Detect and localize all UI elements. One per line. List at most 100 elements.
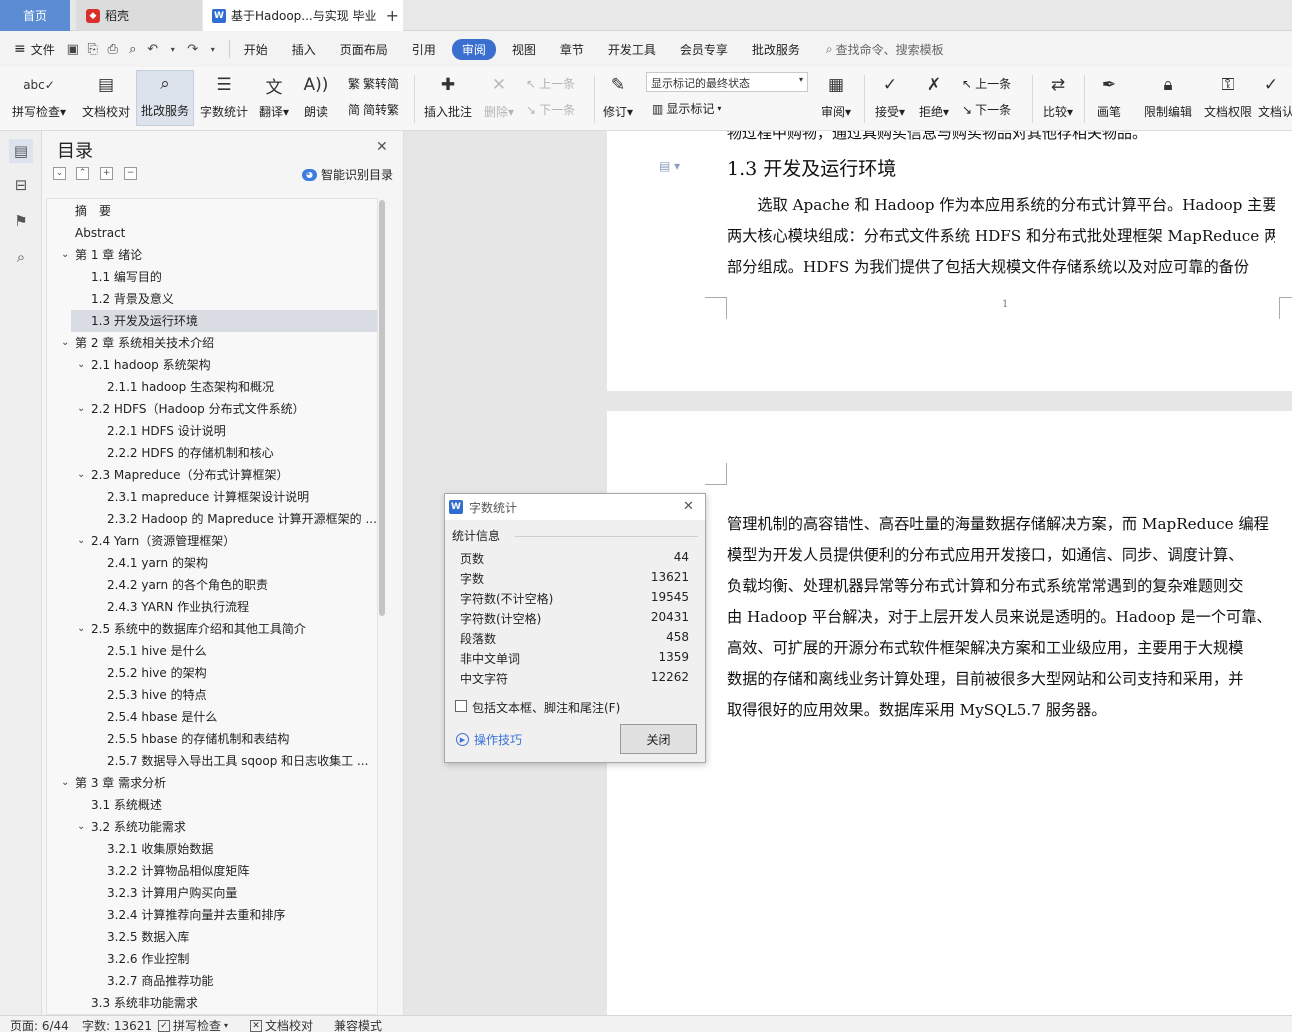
insert-comment-button[interactable]: ✚ 插入批注	[420, 70, 476, 126]
toc-collapse-icon[interactable]: ⌄	[77, 464, 85, 486]
toc-item[interactable]: 2.3.1 mapreduce 计算框架设计说明	[47, 486, 377, 508]
menu-start[interactable]: 开始	[236, 38, 276, 61]
toc-collapse-icon[interactable]: ⌄	[77, 354, 85, 376]
correction-button[interactable]: ⌕ 批改服务	[136, 70, 194, 126]
toc-collapse-icon[interactable]: ⌄	[61, 772, 69, 794]
trad-to-simp-button[interactable]: 繁繁转简	[348, 75, 399, 92]
print-icon[interactable]: ⎙	[105, 41, 121, 57]
word-count-indicator[interactable]: 字数: 13621	[82, 1017, 152, 1032]
tab-home[interactable]: 首页	[0, 0, 70, 31]
toc-item[interactable]: 3.2.1 收集原始数据	[47, 838, 377, 860]
toc-item[interactable]: 1.1 编写目的	[47, 266, 377, 288]
doc-verify-button[interactable]: ✓ 文档认	[1258, 70, 1292, 126]
tab-daoke[interactable]: ◆ 稻壳	[76, 0, 202, 31]
toc-collapse-icon[interactable]: ⌄	[61, 244, 69, 266]
toc-item[interactable]: 3.2.3 计算用户购买向量	[47, 882, 377, 904]
search-icon[interactable]: ⌕	[9, 245, 33, 269]
menu-reference[interactable]: 引用	[404, 38, 444, 61]
menu-correction[interactable]: 批改服务	[744, 38, 808, 61]
translate-button[interactable]: 文翻译▾	[255, 70, 293, 126]
menu-chapter[interactable]: 章节	[552, 38, 592, 61]
compare-button[interactable]: ⇄ 比较▾	[1038, 70, 1078, 126]
toc-item[interactable]: 第 2 章 系统相关技术介绍	[47, 332, 377, 354]
dialog-titlebar[interactable]: W 字数统计	[445, 494, 705, 520]
doc-permission-button[interactable]: ⚿ 文档权限	[1200, 70, 1256, 126]
export-pdf-icon[interactable]: ⎘	[85, 41, 101, 57]
close-icon[interactable]: ✕	[376, 139, 388, 155]
smart-toc-button[interactable]: ◕ 智能识别目录	[302, 166, 393, 183]
toc-item[interactable]: 1.3 开发及运行环境	[71, 310, 377, 332]
toc-item[interactable]: 2.2.1 HDFS 设计说明	[47, 420, 377, 442]
hamburger-icon[interactable]: ≡	[14, 41, 26, 57]
toc-item[interactable]: 2.4.1 yarn 的架构	[47, 552, 377, 574]
restrict-edit-button[interactable]: 🔒︎ 限制编辑	[1140, 70, 1196, 126]
toc-scrollbar[interactable]	[379, 200, 385, 616]
toc-collapse-icon[interactable]: ⌄	[77, 816, 85, 838]
menu-file[interactable]: 文件	[26, 38, 63, 61]
doccheck-toggle[interactable]: ✕ 文档校对	[250, 1017, 313, 1032]
menu-review[interactable]: 审阅	[451, 38, 496, 60]
close-icon[interactable]: ✕	[683, 499, 694, 514]
toc-item[interactable]: 3.2 系统功能需求	[47, 816, 377, 838]
prev-comment-button[interactable]: ↖ 上一条	[526, 75, 575, 92]
toc-item[interactable]: 3.3 系统非功能需求	[47, 992, 377, 1014]
toc-item[interactable]: 2.4.2 yarn 的各个角色的职责	[47, 574, 377, 596]
accept-button[interactable]: ✓ 接受▾	[870, 70, 910, 126]
toc-collapse-icon[interactable]: ⌄	[77, 398, 85, 420]
menu-insert[interactable]: 插入	[284, 38, 324, 61]
tab-document[interactable]: W 基于Hadoop...与实现 毕业 +	[203, 0, 403, 31]
page-indicator[interactable]: 页面: 6/44	[10, 1017, 69, 1032]
toc-item[interactable]: 2.5.1 hive 是什么	[47, 640, 377, 662]
toc-item[interactable]: 3.2.7 商品推荐功能	[47, 970, 377, 992]
menu-view[interactable]: 视图	[504, 38, 544, 61]
redo-icon[interactable]: ↷	[185, 41, 201, 57]
pen-button[interactable]: ✒ 画笔	[1090, 70, 1128, 126]
toc-item[interactable]: 3.2.4 计算推荐向量并去重和排序	[47, 904, 377, 926]
toc-item[interactable]: 摘 要	[47, 200, 377, 222]
chapter-nav-icon[interactable]: ⊟	[9, 173, 33, 197]
include-notes-checkbox[interactable]	[455, 700, 467, 712]
show-markup-button[interactable]: ▥ 显示标记 ▾	[652, 100, 721, 117]
close-button[interactable]: 关闭	[620, 724, 697, 754]
toc-item[interactable]: 3.1 系统概述	[47, 794, 377, 816]
toc-item[interactable]: 2.2.2 HDFS 的存储机制和核心	[47, 442, 377, 464]
undo-icon[interactable]: ↶	[145, 41, 161, 57]
more-icon[interactable]: ▾	[205, 41, 221, 57]
toc-collapse-icon[interactable]: ⌄	[77, 530, 85, 552]
document-page[interactable]: 管理机制的高容错性、高吞吐量的海量数据存储解决方案，而 MapReduce 编程…	[607, 411, 1292, 1015]
toc-item[interactable]: 3.2.6 作业控制	[47, 948, 377, 970]
bookmark-icon[interactable]: ⚑	[9, 209, 33, 233]
undo-dropdown-icon[interactable]: ▾	[165, 41, 181, 57]
toc-item[interactable]: 2.5.3 hive 的特点	[47, 684, 377, 706]
add-heading-icon[interactable]: +	[100, 167, 113, 180]
toc-item[interactable]: 3.2.2 计算物品相似度矩阵	[47, 860, 377, 882]
command-search[interactable]: ⌕ 查找命令、搜索模板	[826, 41, 944, 58]
reject-button[interactable]: ✗ 拒绝▾	[914, 70, 954, 126]
doccheck-button[interactable]: ▤ 文档校对	[78, 70, 134, 126]
toc-item[interactable]: 1.2 背景及意义	[47, 288, 377, 310]
toc-panel-icon[interactable]: ▤	[9, 139, 33, 163]
toc-collapse-icon[interactable]: ⌄	[61, 332, 69, 354]
toc-item[interactable]: 2.3 Mapreduce（分布式计算框架）	[47, 464, 377, 486]
toc-item[interactable]: 2.1.1 hadoop 生态架构和概况	[47, 376, 377, 398]
spellcheck-toggle[interactable]: ✓ 拼写检查 ▾	[158, 1017, 228, 1032]
menu-member[interactable]: 会员专享	[672, 38, 736, 61]
toc-item[interactable]: Abstract	[47, 222, 377, 244]
review-pane-button[interactable]: ▦ 审阅▾	[816, 70, 856, 126]
toc-collapse-icon[interactable]: ⌄	[77, 618, 85, 640]
next-comment-button[interactable]: ↘ 下一条	[526, 101, 575, 118]
toc-item[interactable]: 2.5.7 数据导入导出工具 sqoop 和日志收集工 ...	[47, 750, 377, 772]
toc-item[interactable]: 第 3 章 需求分析	[47, 772, 377, 794]
toc-item[interactable]: 2.5.2 hive 的架构	[47, 662, 377, 684]
toc-item[interactable]: 2.4.3 YARN 作业执行流程	[47, 596, 377, 618]
markup-state-select[interactable]: 显示标记的最终状态 ▾	[646, 72, 808, 92]
menu-layout[interactable]: 页面布局	[332, 38, 396, 61]
toc-item[interactable]: 2.2 HDFS（Hadoop 分布式文件系统）	[47, 398, 377, 420]
toc-item[interactable]: 2.4 Yarn（资源管理框架）	[47, 530, 377, 552]
paragraph-handle-icon[interactable]: ▤ ▾	[659, 159, 680, 173]
save-icon[interactable]: ▣	[65, 41, 81, 57]
toc-item[interactable]: 第 1 章 绪论	[47, 244, 377, 266]
simp-to-trad-button[interactable]: 简简转繁	[348, 101, 399, 118]
revise-button[interactable]: ✎ 修订▾	[598, 70, 638, 126]
expand-all-icon[interactable]: ⌄	[53, 167, 66, 180]
